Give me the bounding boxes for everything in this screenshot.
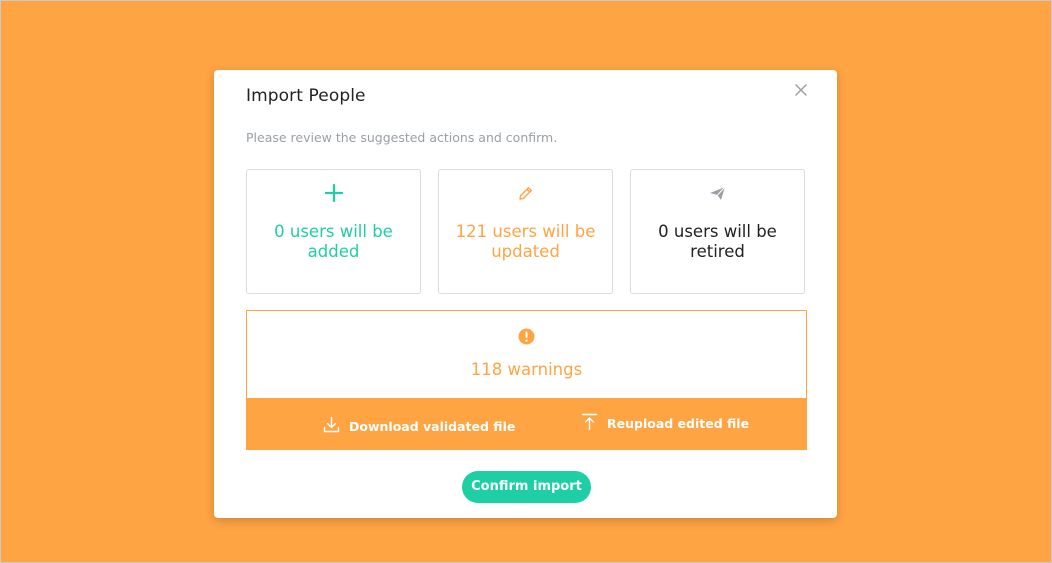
- paper-plane-icon: [631, 182, 804, 204]
- users-added-label: 0 users will be added: [274, 222, 393, 261]
- import-people-dialog: Import People Please review the suggeste…: [214, 70, 837, 518]
- confirm-import-button[interactable]: Confirm import: [462, 471, 591, 503]
- warnings-action-bar: Download validated file Reupload edited …: [246, 398, 807, 450]
- users-added-card: 0 users will be added: [246, 169, 421, 294]
- users-updated-card: 121 users will be updated: [438, 169, 613, 294]
- download-validated-file-label: Download validated file: [349, 418, 516, 434]
- users-retired-label: 0 users will be retired: [658, 222, 777, 261]
- download-validated-file-button[interactable]: Download validated file: [323, 400, 515, 452]
- users-updated-label: 121 users will be updated: [455, 222, 596, 261]
- download-icon: [323, 416, 349, 436]
- plus-icon: [247, 182, 420, 204]
- upload-icon: [581, 413, 607, 434]
- close-icon[interactable]: [794, 82, 808, 96]
- warnings-count: 118 warnings: [470, 360, 583, 379]
- dialog-subtitle: Please review the suggested actions and …: [246, 130, 558, 145]
- reupload-edited-file-label: Reupload edited file: [607, 415, 750, 431]
- reupload-edited-file-button[interactable]: Reupload edited file: [581, 397, 749, 449]
- dialog-title: Import People: [246, 86, 366, 106]
- warning-icon: [247, 328, 806, 345]
- pencil-icon: [439, 182, 612, 204]
- users-retired-card: 0 users will be retired: [630, 169, 805, 294]
- warnings-panel: 118 warnings Download validated file Reu…: [246, 310, 807, 450]
